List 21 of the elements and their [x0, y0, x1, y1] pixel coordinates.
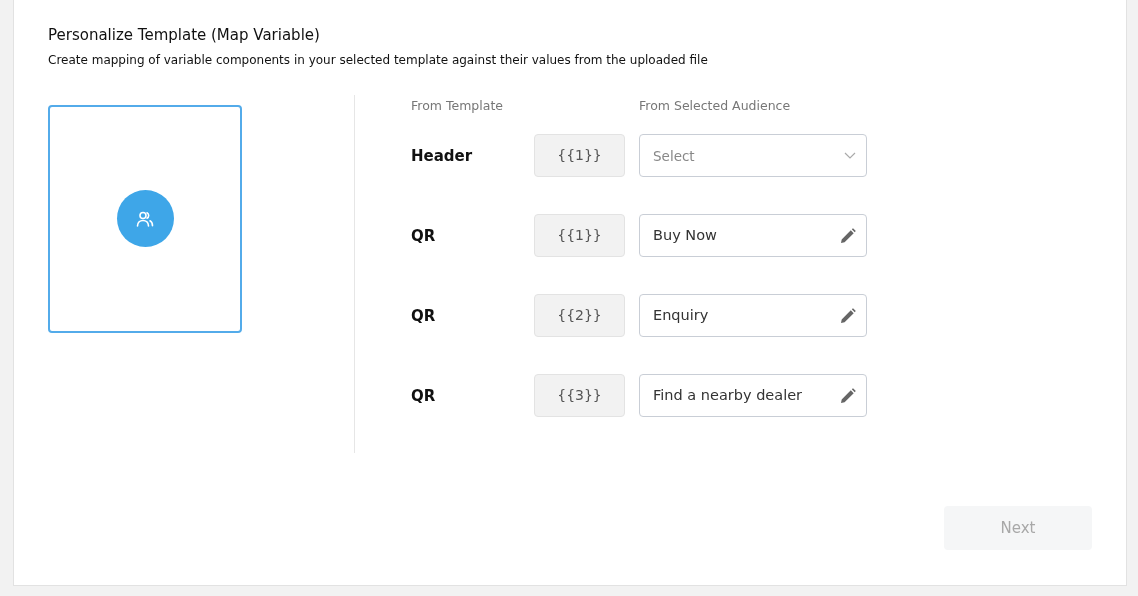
pencil-icon[interactable] [840, 227, 856, 244]
component-label: Header [411, 145, 474, 167]
component-label: QR [411, 305, 437, 327]
pencil-icon[interactable] [840, 387, 856, 404]
value-field[interactable]: Enquiry [639, 294, 867, 338]
page-description: Create mapping of variable components in your selected template against their values from the uploaded file [48, 51, 709, 69]
column-header: From Selected Audience [639, 96, 791, 115]
audience-dropdown[interactable]: Select [639, 134, 867, 178]
value-field[interactable]: Buy Now [639, 214, 867, 258]
value-field[interactable]: Find a nearby dealer [639, 374, 867, 418]
pencil-icon[interactable] [840, 307, 856, 324]
component-label: QR [411, 225, 437, 247]
variable-tag: {{3}} [534, 374, 625, 418]
page-title: Personalize Template (Map Variable) [48, 25, 321, 46]
column-header: From Template [411, 96, 504, 115]
chevron-down-icon [844, 152, 856, 160]
variable-tag: {{1}} [534, 134, 625, 178]
variable-tag: {{2}} [534, 294, 625, 338]
variable-tag: {{1}} [534, 214, 625, 258]
component-label: QR [411, 385, 437, 407]
people-icon [136, 210, 154, 227]
